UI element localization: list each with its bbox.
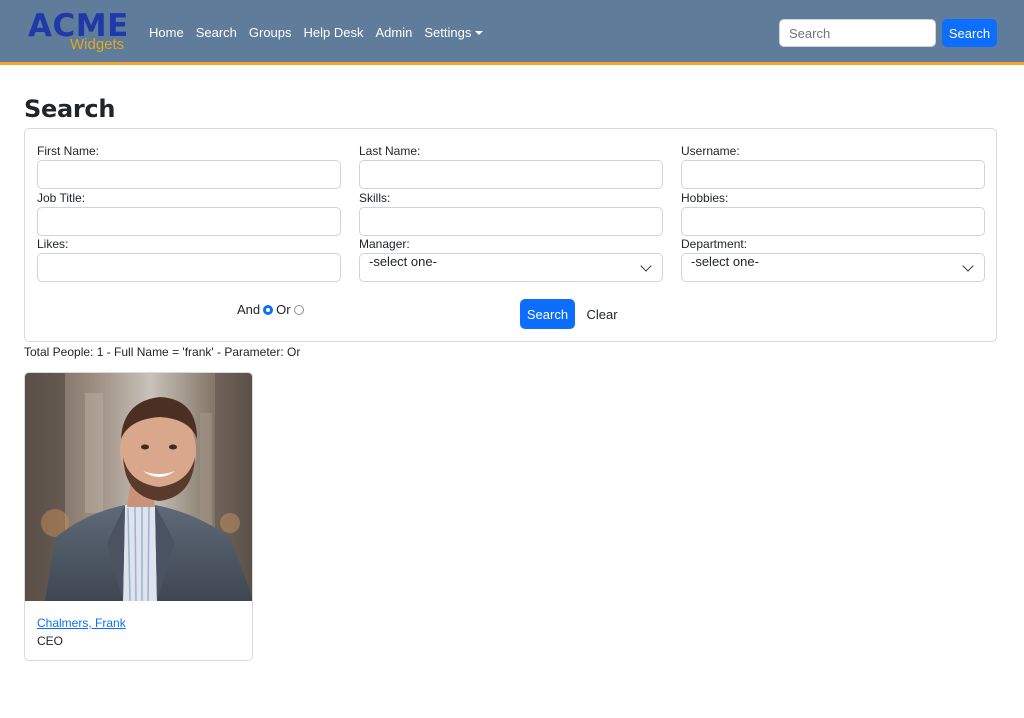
hobbies-field: Hobbies: — [681, 191, 985, 236]
likes-field: Likes: — [37, 237, 341, 282]
page-title: Search — [24, 95, 116, 123]
likes-label: Likes: — [37, 237, 69, 251]
results-summary: Total People: 1 - Full Name = 'frank' - … — [24, 345, 301, 359]
nav-link-help-desk[interactable]: Help Desk — [304, 24, 364, 42]
username-input[interactable] — [681, 160, 985, 189]
department-select[interactable]: -select one- — [681, 253, 985, 282]
navbar-search-input[interactable] — [779, 19, 936, 47]
person-name-link[interactable]: Chalmers, Frank — [37, 616, 126, 631]
job-title-input[interactable] — [37, 207, 341, 236]
navbar-search-button[interactable]: Search — [942, 19, 997, 47]
first-name-label: First Name: — [37, 144, 100, 158]
clear-button[interactable]: Clear — [582, 299, 622, 329]
manager-label: Manager: — [359, 237, 410, 251]
username-field: Username: — [681, 144, 985, 189]
nav-link-settings[interactable]: Settings — [424, 24, 484, 42]
department-selected-value: -select one- — [691, 254, 759, 269]
skills-label: Skills: — [359, 191, 391, 205]
job-title-label: Job Title: — [37, 191, 86, 205]
caret-down-icon — [475, 30, 484, 35]
or-radio[interactable] — [293, 305, 304, 315]
skills-input[interactable] — [359, 207, 663, 236]
person-job-title: CEO — [37, 634, 64, 648]
person-photo[interactable] — [25, 373, 252, 601]
nav-link-home[interactable]: Home — [149, 24, 184, 42]
nav-link-admin[interactable]: Admin — [376, 24, 413, 42]
skills-field: Skills: — [359, 191, 663, 236]
first-name-field: First Name: — [37, 144, 341, 189]
nav-link-search[interactable]: Search — [196, 24, 237, 42]
or-label: Or — [276, 302, 291, 317]
nav-links: Home Search Groups Help Desk Admin Setti… — [149, 24, 495, 42]
username-label: Username: — [681, 144, 740, 158]
department-label: Department: — [681, 237, 748, 251]
department-field: Department: -select one- — [681, 237, 985, 282]
last-name-input[interactable] — [359, 160, 663, 189]
last-name-field: Last Name: — [359, 144, 663, 189]
last-name-label: Last Name: — [359, 144, 421, 158]
search-button[interactable]: Search — [520, 299, 575, 329]
job-title-field: Job Title: — [37, 191, 341, 236]
logic-radio-group: And Or — [237, 302, 307, 318]
hobbies-input[interactable] — [681, 207, 985, 236]
top-navbar: ACME Widgets Home Search Groups Help Des… — [0, 0, 1024, 65]
hobbies-label: Hobbies: — [681, 191, 729, 205]
settings-label: Settings — [424, 25, 472, 40]
manager-selected-value: -select one- — [369, 254, 437, 269]
chevron-down-icon — [640, 260, 652, 272]
person-card: Chalmers, Frank CEO — [24, 372, 253, 661]
likes-input[interactable] — [37, 253, 341, 282]
first-name-input[interactable] — [37, 160, 341, 189]
and-radio[interactable] — [263, 305, 274, 315]
chevron-down-icon — [962, 260, 974, 272]
manager-select[interactable]: -select one- — [359, 253, 663, 282]
logo-widgets-text: Widgets — [70, 36, 125, 53]
and-label: And — [237, 302, 261, 317]
manager-field: Manager: -select one- — [359, 237, 663, 282]
nav-link-groups[interactable]: Groups — [249, 24, 292, 42]
acme-widgets-logo[interactable]: ACME Widgets — [28, 9, 132, 55]
